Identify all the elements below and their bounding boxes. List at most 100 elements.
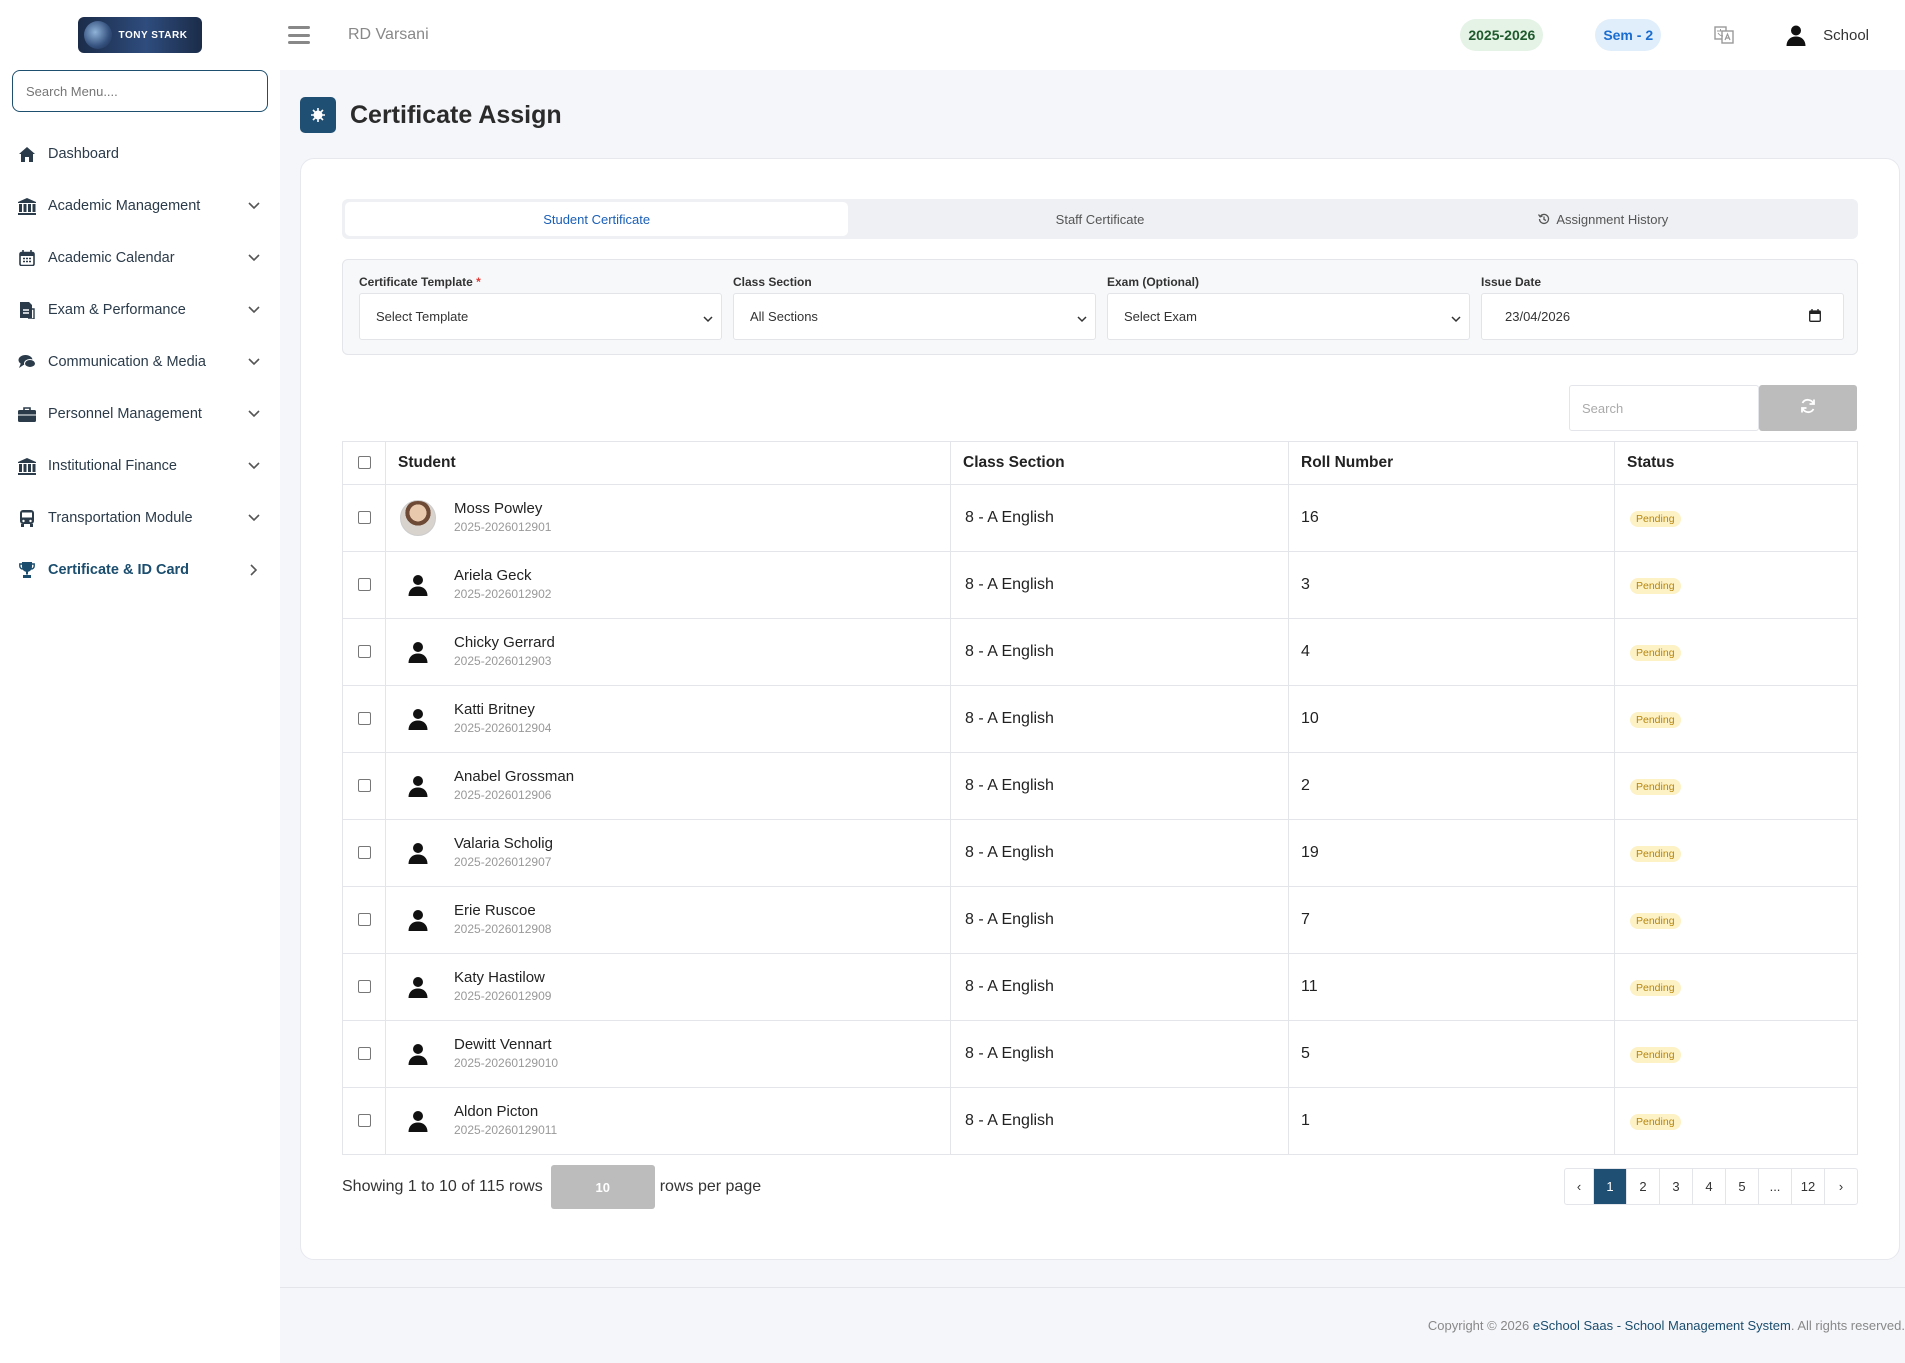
sidebar-item-exam-performance[interactable]: Exam & Performance: [0, 284, 280, 336]
student-id: 2025-20260129010: [454, 1056, 559, 1070]
page-2-button[interactable]: 2: [1626, 1169, 1659, 1204]
table-row: Anabel Grossman 2025-2026012906 8 - A Eng…: [342, 752, 1858, 820]
row-checkbox[interactable]: [357, 846, 371, 860]
page-5-button[interactable]: 5: [1725, 1169, 1758, 1204]
pagination: ‹ 1 2 3 4 5 ... 12 ›: [1564, 1168, 1858, 1205]
sidebar-item-label: Exam & Performance: [48, 302, 186, 318]
trophy-icon: [18, 561, 36, 579]
sidebar-search[interactable]: [12, 70, 268, 112]
user-name[interactable]: School: [1823, 27, 1869, 44]
sidebar-item-transportation-module[interactable]: Transportation Module: [0, 492, 280, 544]
student-name: Valaria Scholig: [454, 835, 553, 852]
filters-panel: Certificate Template * Select Template C…: [342, 259, 1858, 355]
page-1-button[interactable]: 1: [1593, 1169, 1626, 1204]
row-checkbox[interactable]: [357, 645, 371, 659]
certificate-template-select[interactable]: Select Template: [359, 293, 722, 340]
refresh-button[interactable]: [1759, 385, 1857, 431]
student-name: Chicky Gerrard: [454, 634, 555, 651]
tab-assignment-history[interactable]: Assignment History: [1352, 202, 1855, 236]
sidebar-item-label: Personnel Management: [48, 406, 202, 422]
row-checkbox[interactable]: [357, 980, 371, 994]
class-section-cell: 8 - A English: [950, 1087, 1289, 1155]
class-section-cell: 8 - A English: [950, 819, 1289, 887]
class-section-cell: 8 - A English: [950, 953, 1289, 1021]
row-checkbox[interactable]: [357, 578, 371, 592]
school-logo[interactable]: TONY STARK: [78, 17, 202, 53]
page-4-button[interactable]: 4: [1692, 1169, 1725, 1204]
sidebar-item-personnel-management[interactable]: Personnel Management: [0, 388, 280, 440]
sidebar-item-dashboard[interactable]: Dashboard: [0, 128, 280, 180]
sidebar-item-academic-calendar[interactable]: Academic Calendar: [0, 232, 280, 284]
page-prev-button[interactable]: ‹: [1565, 1169, 1593, 1204]
logo-area: TONY STARK: [0, 0, 280, 70]
chevron-down-icon: [246, 198, 262, 214]
table-row: Ariela Geck 2025-2026012902 8 - A English…: [342, 551, 1858, 619]
row-checkbox[interactable]: [357, 511, 371, 525]
column-header-student[interactable]: Student: [385, 441, 951, 485]
status-cell: Pending: [1614, 685, 1858, 753]
table-row: Dewitt Vennart 2025-20260129010 8 - A Eng…: [342, 1020, 1858, 1088]
page-3-button[interactable]: 3: [1659, 1169, 1692, 1204]
eschool-link[interactable]: eSchool Saas - School Management System: [1533, 1318, 1791, 1333]
column-header-roll-number[interactable]: Roll Number: [1288, 441, 1615, 485]
student-id: 2025-2026012909: [454, 989, 552, 1003]
language-icon[interactable]: [1713, 24, 1735, 46]
chevron-down-icon: [246, 406, 262, 422]
exam-group: Exam (Optional) Select Exam: [1107, 275, 1470, 340]
sidebar-item-institutional-finance[interactable]: Institutional Finance: [0, 440, 280, 492]
student-cell: Valaria Scholig 2025-2026012907: [385, 819, 951, 887]
rows-per-page-select[interactable]: 10: [550, 1165, 655, 1209]
student-cell: Ariela Geck 2025-2026012902: [385, 551, 951, 619]
table-header-row: Student Class Section Roll Number Status: [342, 441, 1858, 485]
row-select-cell: [342, 685, 386, 753]
table-search-input[interactable]: Search: [1569, 385, 1759, 431]
university-icon: [18, 197, 36, 215]
row-checkbox[interactable]: [357, 913, 371, 927]
row-checkbox[interactable]: [357, 1047, 371, 1061]
table-row: Erie Ruscoe 2025-2026012908 8 - A English…: [342, 886, 1858, 954]
row-select-cell: [342, 484, 386, 552]
table-row: Katy Hastilow 2025-2026012909 8 - A Engli…: [342, 953, 1858, 1021]
chevron-down-icon: [246, 354, 262, 370]
issue-date-input[interactable]: 23/04/2026: [1481, 293, 1844, 340]
pagination-info: Showing 1 to 10 of 115 rows 10 rows per …: [342, 1165, 761, 1209]
class-section-cell: 8 - A English: [950, 886, 1289, 954]
row-select-cell: [342, 953, 386, 1021]
sidebar-item-academic-management[interactable]: Academic Management: [0, 180, 280, 232]
session-badge[interactable]: 2025-2026: [1460, 19, 1544, 51]
tab-student-certificate[interactable]: Student Certificate: [345, 202, 849, 236]
briefcase-icon: [18, 405, 36, 423]
sidebar-item-certificate-id-card[interactable]: Certificate & ID Card: [0, 544, 280, 596]
menu-toggle-icon[interactable]: [288, 26, 310, 44]
user-avatar-icon[interactable]: [1785, 24, 1807, 46]
page-next-button[interactable]: ›: [1824, 1169, 1857, 1204]
sidebar-search-input[interactable]: [26, 83, 254, 99]
exam-label: Exam (Optional): [1107, 275, 1200, 289]
status-badge: Pending: [1630, 779, 1681, 795]
select-all-checkbox[interactable]: [357, 456, 371, 470]
sidebar-item-label: Dashboard: [48, 146, 119, 162]
student-cell: Aldon Picton 2025-20260129011: [385, 1087, 951, 1155]
class-section-select[interactable]: All Sections: [733, 293, 1096, 340]
sidebar-item-communication-media[interactable]: Communication & Media: [0, 336, 280, 388]
status-cell: Pending: [1614, 819, 1858, 887]
row-checkbox[interactable]: [357, 779, 371, 793]
copyright-text: Copyright © 2026 eSchool Saas - School M…: [1427, 1318, 1905, 1333]
roll-number-cell: 10: [1288, 685, 1615, 753]
calendar-picker-icon[interactable]: [1809, 309, 1821, 325]
semester-badge[interactable]: Sem - 2: [1595, 19, 1662, 51]
table-row: Moss Powley 2025-2026012901 8 - A English…: [342, 484, 1858, 552]
page-12-button[interactable]: 12: [1791, 1169, 1824, 1204]
chevron-right-icon: [246, 562, 262, 578]
user-icon: [400, 902, 436, 938]
column-header-class-section[interactable]: Class Section: [950, 441, 1289, 485]
row-checkbox[interactable]: [357, 1114, 371, 1128]
row-checkbox[interactable]: [357, 712, 371, 726]
exam-select[interactable]: Select Exam: [1107, 293, 1470, 340]
tab-staff-certificate[interactable]: Staff Certificate: [848, 202, 1351, 236]
status-badge: Pending: [1630, 846, 1681, 862]
column-header-status[interactable]: Status: [1614, 441, 1858, 485]
student-cell: Moss Powley 2025-2026012901: [385, 484, 951, 552]
status-cell: Pending: [1614, 1020, 1858, 1088]
user-icon: [400, 835, 436, 871]
